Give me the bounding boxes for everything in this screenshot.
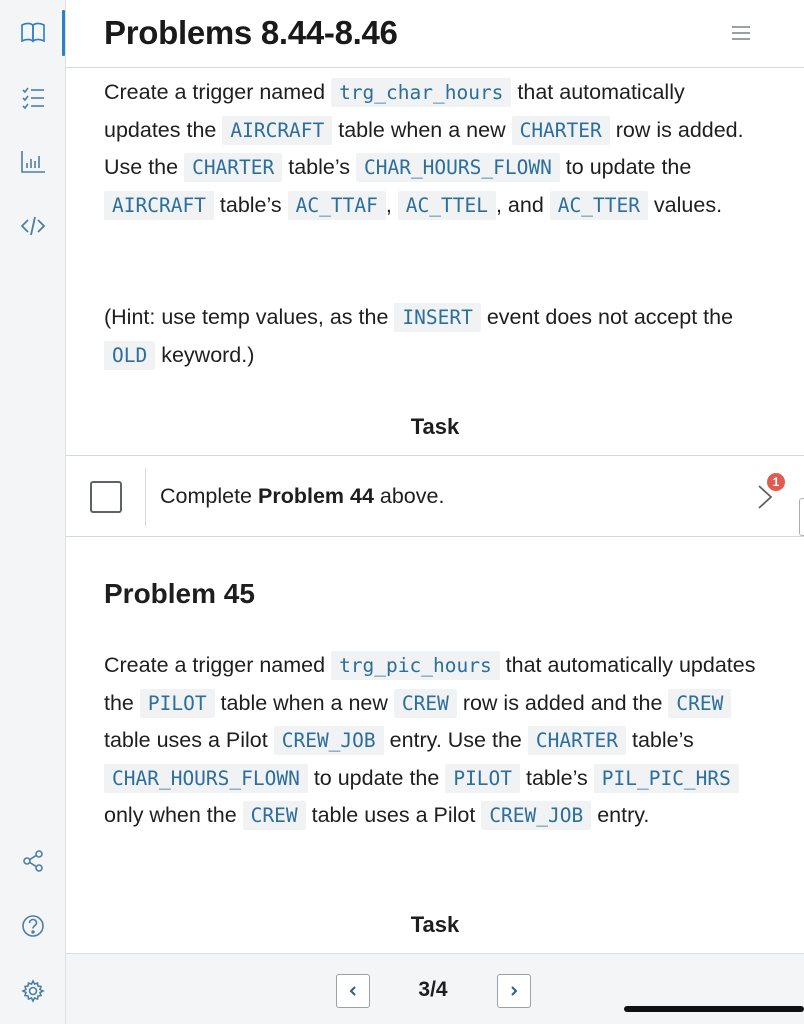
code-token: CHARTER: [511, 115, 610, 145]
hint-text: (Hint: use temp values, as the INSERT ev…: [104, 299, 764, 374]
code-icon[interactable]: [17, 210, 49, 242]
problem-45-body: Create a trigger named trg_pic_hours tha…: [104, 647, 764, 835]
code-token: OLD: [104, 340, 156, 370]
divider: [145, 468, 146, 526]
problem-44-hint: (Hint: use temp values, as the INSERT ev…: [104, 299, 764, 374]
share-icon[interactable]: [17, 845, 49, 877]
code-token: AIRCRAFT: [222, 115, 333, 145]
code-token: PILOT: [445, 763, 521, 793]
code-token: CHARTER: [184, 153, 283, 182]
settings-icon[interactable]: [17, 975, 49, 1007]
main-content: Problems 8.44-8.46 Create a trigger name…: [66, 0, 804, 1024]
page-title: Problems 8.44-8.46: [104, 14, 398, 51]
task-text: Complete Problem 44 above.: [160, 484, 445, 508]
help-icon[interactable]: [17, 910, 49, 942]
code-token: CREW_JOB: [481, 801, 592, 830]
checklist-icon[interactable]: [17, 81, 49, 113]
book-icon[interactable]: [17, 16, 49, 48]
pagination-bar: 3/4: [66, 953, 804, 1024]
menu-icon[interactable]: [730, 22, 752, 44]
task-heading: Task: [410, 414, 460, 439]
problem-45-description: Create a trigger named trg_pic_hours tha…: [104, 647, 764, 835]
code-token: CHARTER: [527, 726, 627, 755]
code-token: trg_char_hours: [331, 78, 512, 107]
code-token: CREW: [668, 688, 732, 718]
notification-badge: 1: [767, 473, 785, 491]
code-token: AIRCRAFT: [104, 190, 214, 220]
header: Problems 8.44-8.46: [66, 0, 804, 68]
code-token: CREW: [393, 688, 457, 718]
code-token: AC_TTER: [549, 190, 648, 220]
scroll-handle[interactable]: [799, 498, 804, 536]
chevron-right-icon: [511, 986, 518, 996]
task-heading: Task: [410, 912, 460, 937]
problem-44-body: Create a trigger named trg_char_hours th…: [104, 74, 764, 224]
code-token: CHAR_HOURS_FLOWN: [355, 153, 560, 182]
code-token: CHAR_HOURS_FLOWN: [104, 763, 308, 793]
sidebar: [0, 0, 66, 1024]
page-indicator: 3/4: [418, 978, 448, 1001]
code-token: AC_TTEL: [397, 190, 496, 220]
problem-44-description: Create a trigger named trg_char_hours th…: [104, 74, 764, 224]
task-row[interactable]: Complete Problem 44 above. 1: [66, 455, 804, 537]
prev-page-button[interactable]: [336, 974, 370, 1008]
problem-title: Problem 45: [104, 578, 255, 609]
bar-chart-icon[interactable]: [17, 145, 49, 177]
code-token: PILOT: [139, 688, 215, 718]
code-token: INSERT: [394, 303, 481, 332]
active-indicator: [62, 10, 65, 56]
next-page-button[interactable]: [497, 974, 531, 1008]
problem-45-header: Problem 45: [104, 578, 764, 610]
chevron-left-icon: [349, 986, 356, 996]
code-token: PIL_PIC_HRS: [593, 763, 739, 793]
code-token: trg_pic_hours: [331, 651, 500, 680]
home-indicator: [624, 1006, 804, 1012]
code-token: CREW_JOB: [273, 726, 384, 755]
code-token: CREW: [242, 801, 306, 830]
task-checkbox[interactable]: [90, 481, 122, 513]
code-token: AC_TTAF: [287, 190, 386, 220]
